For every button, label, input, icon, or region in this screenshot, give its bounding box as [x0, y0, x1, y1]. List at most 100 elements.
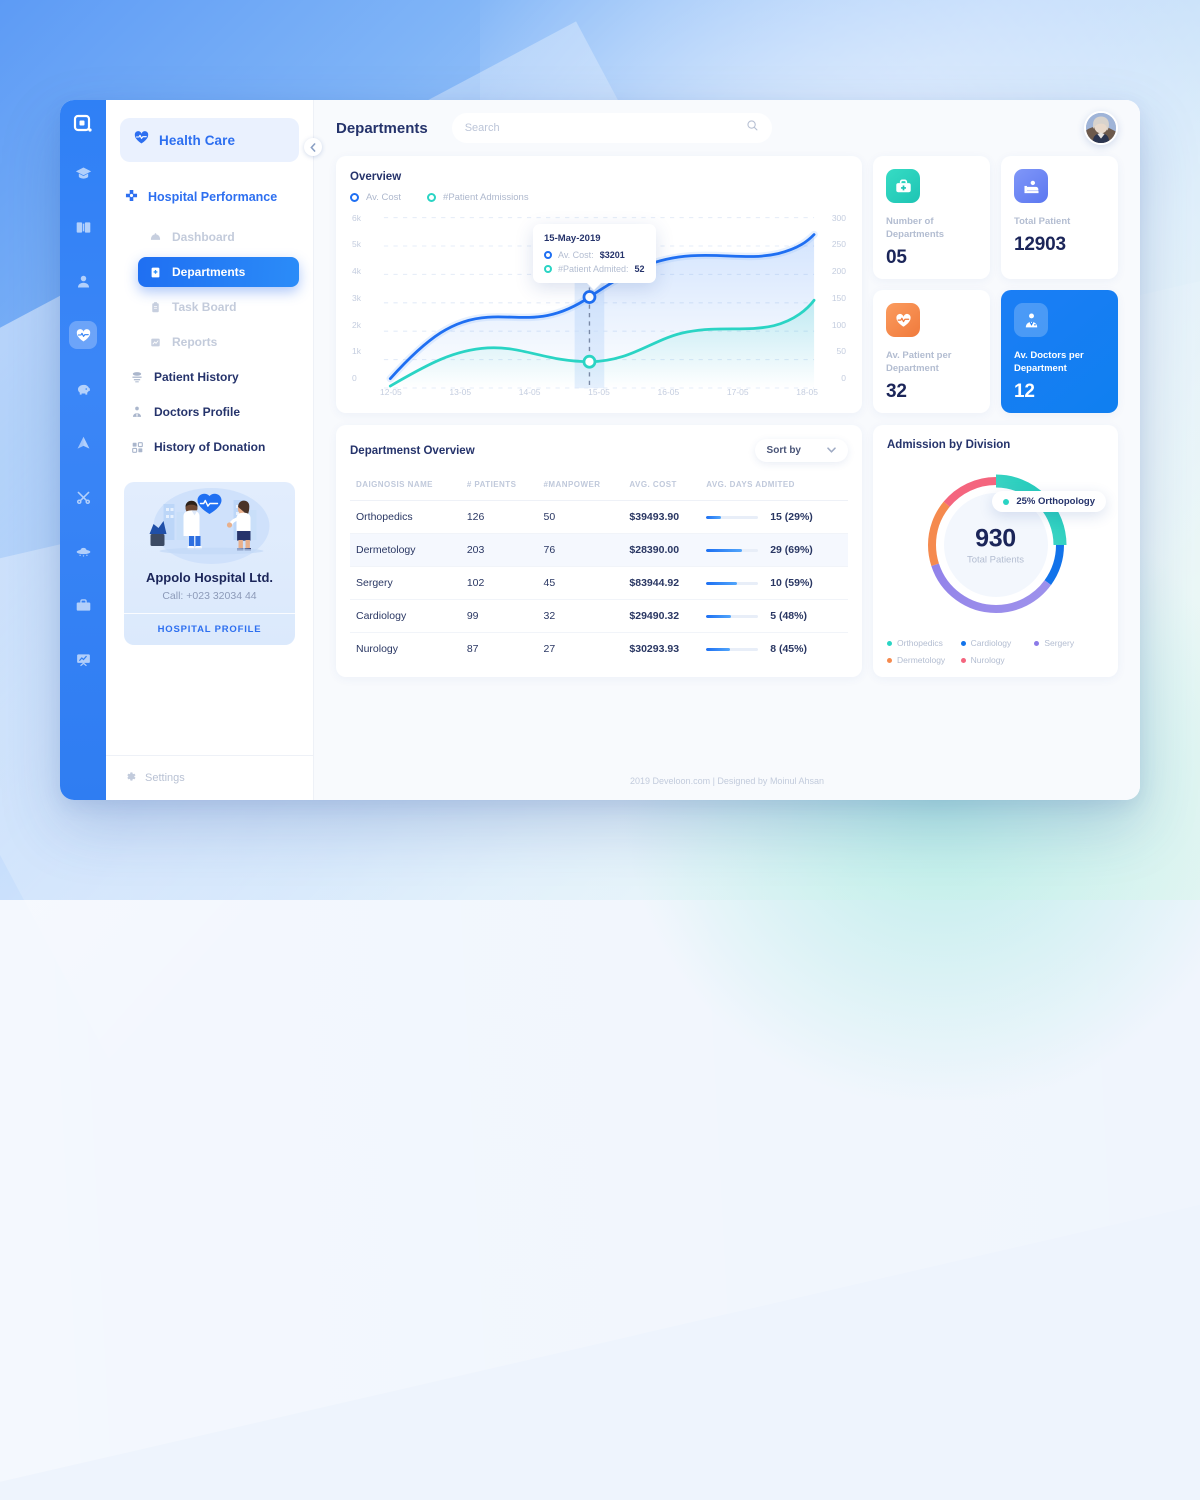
sidebar-item-reports[interactable]: Reports	[138, 327, 299, 357]
legend-item-av-cost[interactable]: Av. Cost	[350, 192, 401, 203]
column-header-diagnosis-name[interactable]: DAIGNOSIS NAME	[350, 473, 461, 502]
rail-item-book-open-icon[interactable]	[69, 213, 97, 241]
heart-pulse-icon	[133, 129, 150, 151]
sidebar-settings[interactable]: Settings	[106, 755, 313, 800]
legend-label: Sergery	[1044, 638, 1075, 649]
stat-value: 12	[1014, 381, 1035, 403]
tooltip-dot-av-cost	[544, 251, 552, 259]
tooltip-value: 52	[634, 264, 645, 274]
rail-item-piggy-bank-icon[interactable]	[69, 375, 97, 403]
search-input[interactable]	[464, 122, 738, 134]
search-icon[interactable]	[746, 119, 759, 137]
brand-label: Health Care	[159, 132, 236, 148]
legend-dot-patient-admissions	[427, 193, 437, 202]
progress-bar-fill	[706, 515, 722, 519]
donut-legend-item-dermetology[interactable]: Dermetology	[887, 655, 957, 665]
rail-item-briefcase-icon[interactable]	[69, 591, 97, 619]
column-header-avg-cost[interactable]: AVG. COST	[623, 473, 701, 502]
icon-rail	[60, 100, 106, 800]
stat-card-av-doctors-per-department[interactable]: Av. Doctors per Department 12	[1001, 290, 1118, 414]
donut-chart[interactable]: 930 Total Patients 25% Orthopology	[887, 455, 1106, 634]
column-header-avg-days-admited[interactable]: AVG. DAYS ADMITED	[700, 473, 848, 502]
donut-legend-item-sergery[interactable]: Sergery	[1034, 638, 1104, 648]
stat-card-number-of-departments[interactable]: Number of Departments 05	[873, 156, 990, 280]
cell-avg-cost: $39493.90	[623, 500, 701, 535]
tooltip-label: #Patient Admited:	[558, 264, 629, 274]
department-overview-card: Departmenst Overview Sort by DAIGNOSIS N…	[336, 425, 862, 678]
nav-group-hospital-performance[interactable]: Hospital Performance	[120, 188, 299, 206]
progress-bar-fill	[706, 548, 743, 552]
rail-item-paper-plane-icon[interactable]	[69, 429, 97, 457]
cell-patients: 203	[460, 533, 538, 568]
table-row[interactable]: Orthopedics 126 50 $39493.90 15 (29%)	[350, 500, 848, 535]
rail-item-graduation-cap-icon[interactable]	[69, 159, 97, 187]
progress-label: 10 (59%)	[770, 577, 813, 590]
sidebar-item-label: History of Donation	[154, 440, 266, 454]
sidebar-collapse-button[interactable]	[304, 138, 322, 156]
legend-item-patient-admissions[interactable]: #Patient Admissions	[427, 192, 529, 203]
app-logo-icon[interactable]	[70, 111, 96, 137]
stat-card-av-patient-per-department[interactable]: Av. Patient per Department 32	[873, 290, 990, 414]
table-row[interactable]: Dermetology 203 76 $28390.00 29 (69%)	[350, 533, 848, 568]
sidebar-item-departments[interactable]: Departments	[138, 257, 299, 287]
tooltip-row-patient-admitted: #Patient Admited: 52	[544, 264, 645, 274]
table-row[interactable]: Cardiology 99 32 $29490.32 5 (48%)	[350, 599, 848, 634]
column-header-patients[interactable]: # PATIENTS	[460, 473, 538, 502]
progress-label: 5 (48%)	[770, 610, 807, 623]
donut-legend-item-orthopedics[interactable]: Orthopedics	[887, 638, 957, 648]
medical-bag-icon	[886, 169, 920, 203]
sidebar-item-task-board[interactable]: Task Board	[138, 292, 299, 322]
sort-by-dropdown[interactable]: Sort by	[754, 439, 848, 463]
cell-avg-cost: $30293.93	[629, 643, 680, 656]
donut-total-label: Total Patients	[966, 554, 1025, 566]
avatar[interactable]	[1084, 111, 1118, 145]
sidebar-item-label: Patient History	[154, 370, 239, 384]
cell-avg-days: 8 (45%)	[700, 633, 848, 666]
cell-patients: 87	[466, 643, 479, 656]
table-row[interactable]: Sergery 102 45 $83944.92 10 (59%)	[350, 566, 848, 601]
search-bar[interactable]	[451, 113, 772, 143]
settings-label: Settings	[145, 772, 185, 784]
rail-item-heart-pulse-icon[interactable]	[69, 321, 97, 349]
tooltip-date: 15-May-2019	[544, 233, 601, 244]
donut-title: Admission by Division	[887, 439, 1011, 452]
rail-item-presentation-chart-icon[interactable]	[69, 645, 97, 673]
donut-tooltip-dot	[1003, 498, 1010, 505]
legend-label: Orthopedics	[897, 638, 943, 649]
column-header-manpower[interactable]: #MANPOWER	[537, 473, 624, 502]
cell-manpower: 32	[537, 599, 624, 634]
sidebar-item-label: Dashboard	[172, 230, 235, 244]
rail-item-ufo-icon[interactable]	[69, 537, 97, 565]
legend-dot	[887, 640, 892, 646]
stat-label: Av. Doctors per Department	[1014, 350, 1084, 375]
patient-bed-icon	[1014, 169, 1048, 203]
rail-item-user-badge-icon[interactable]	[69, 267, 97, 295]
cell-manpower: 45	[537, 566, 624, 601]
sidebar-item-history-of-donation[interactable]: History of Donation	[120, 432, 299, 462]
stat-value: 05	[886, 247, 907, 269]
line-chart-plot[interactable]: 6k 5k 4k 3k 2k 1k 0 300 250 200 150 100 …	[350, 207, 848, 389]
donut-legend-item-cardiology[interactable]: Cardiology	[960, 638, 1031, 648]
sidebar-item-patient-history[interactable]: Patient History	[120, 362, 299, 392]
stat-label: Number of Departments	[886, 216, 945, 241]
tooltip-value: $3201	[599, 250, 625, 260]
donut-legend: Orthopedics Cardiology Sergery Dermetolo…	[887, 634, 1104, 665]
table-row[interactable]: Nurology 87 27 $30293.93 8 (45%)	[350, 633, 848, 666]
chart-legend: Av. Cost #Patient Admissions	[350, 192, 848, 203]
sidebar-item-doctors-profile[interactable]: Doctors Profile	[120, 397, 299, 427]
stat-card-grid: Number of Departments 05 Total Patient 1…	[873, 156, 1118, 414]
cell-avg-days: 10 (59%)	[700, 566, 848, 601]
reports-icon	[148, 336, 162, 349]
hospital-profile-button[interactable]: HOSPITAL PROFILE	[124, 613, 295, 645]
doctor-icon	[1014, 303, 1048, 338]
overview-chart-card: Overview Av. Cost #Patient Admissions 6k…	[336, 156, 862, 414]
stat-value: 12903	[1014, 234, 1066, 256]
brand-health-care[interactable]: Health Care	[120, 118, 299, 162]
dashboard-icon	[148, 231, 162, 244]
stat-card-total-patient[interactable]: Total Patient 12903	[1001, 156, 1118, 280]
dashboard-row-bottom: Departmenst Overview Sort by DAIGNOSIS N…	[336, 425, 1118, 678]
rail-item-tools-icon[interactable]	[69, 483, 97, 511]
sidebar-item-dashboard[interactable]: Dashboard	[138, 222, 299, 252]
table-header-row: DAIGNOSIS NAME # PATIENTS #MANPOWER AVG.…	[350, 473, 848, 502]
donut-legend-item-nurology[interactable]: Nurology	[960, 655, 1031, 665]
